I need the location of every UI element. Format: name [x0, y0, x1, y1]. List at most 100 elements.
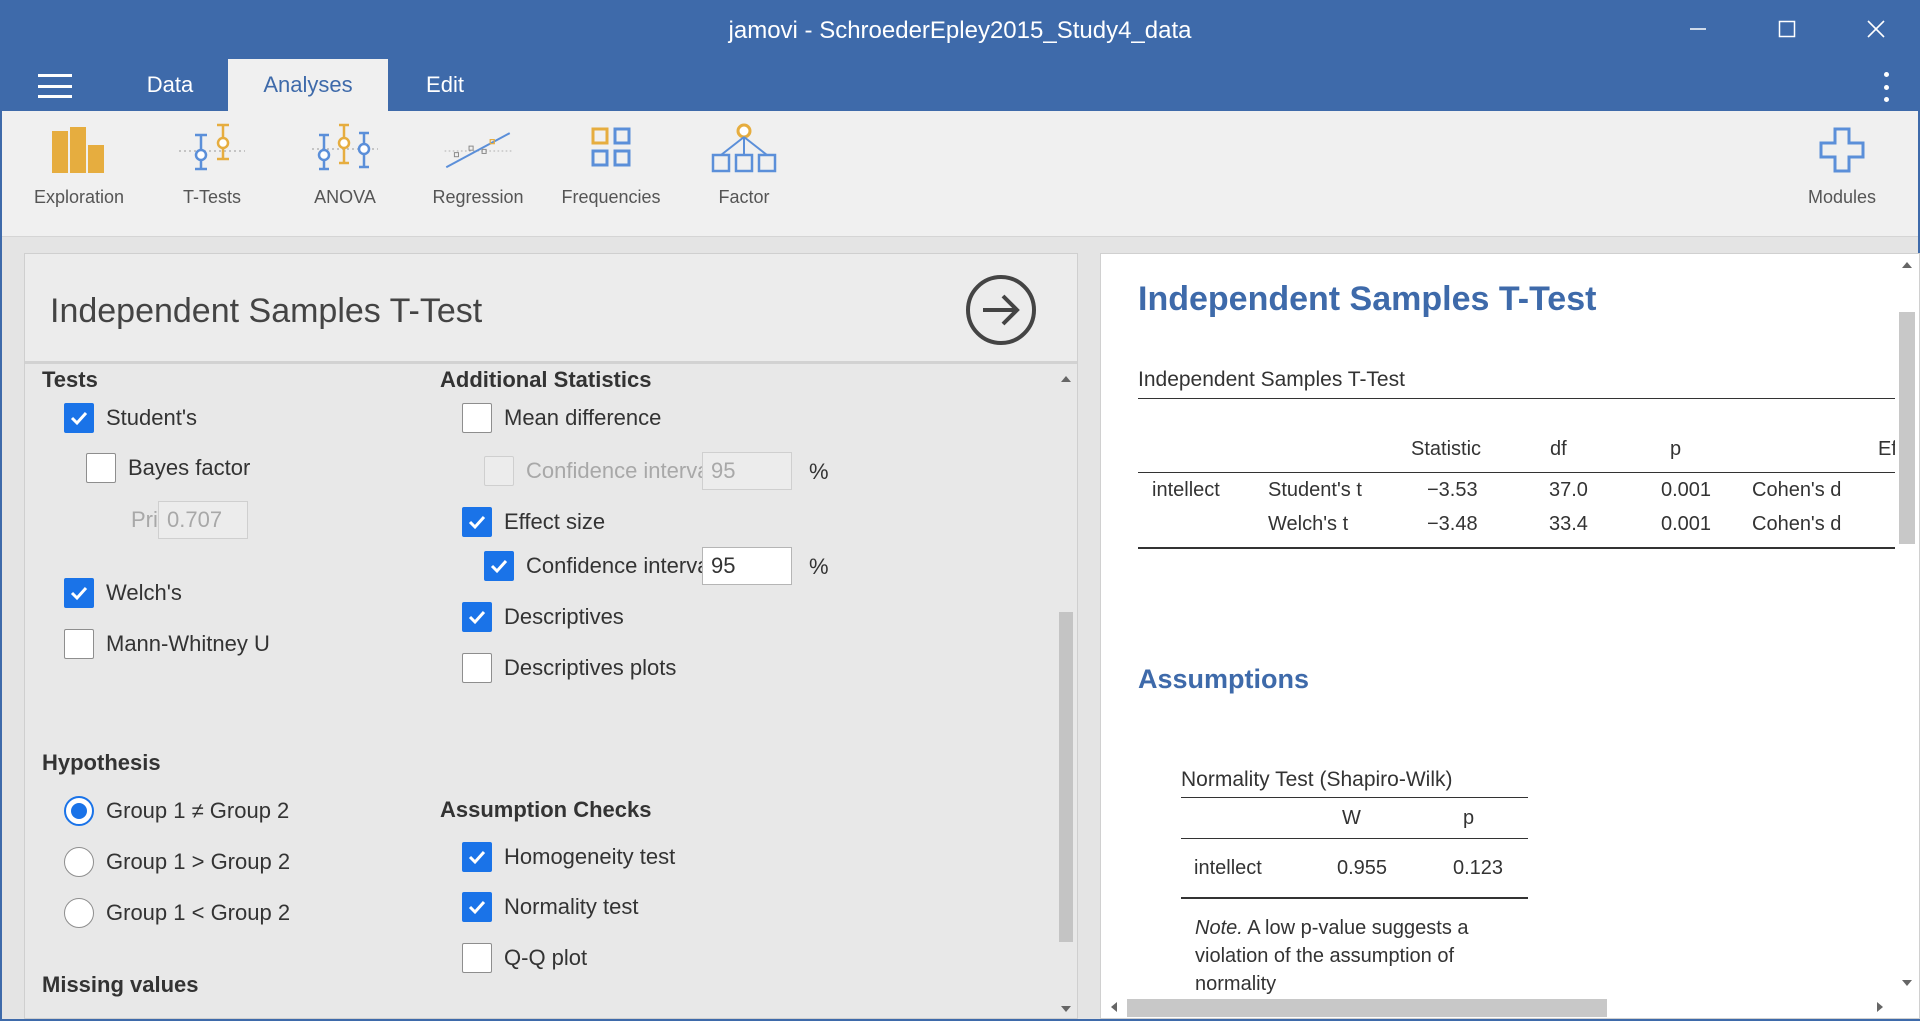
col-header-df: df — [1550, 438, 1567, 460]
ribbon-label: ANOVA — [314, 187, 376, 207]
qq-plot-checkbox[interactable]: Q-Q plot — [462, 942, 587, 974]
maximize-icon — [1778, 20, 1796, 38]
normality-top-rule — [1181, 797, 1528, 798]
title-bar: jamovi - SchroederEpley2015_Study4_data — [0, 0, 1920, 58]
welchs-checkbox[interactable]: Welch's — [64, 577, 182, 609]
results-panel: Independent Samples T-Test Independent S… — [1100, 253, 1920, 1019]
students-checkbox[interactable]: Student's — [64, 402, 197, 434]
scrollbar-thumb[interactable] — [1899, 312, 1915, 544]
window-title: jamovi - SchroederEpley2015_Study4_data — [728, 17, 1192, 44]
table-cell-p: 0.001 — [1661, 479, 1712, 501]
results-title[interactable]: Independent Samples T-Test — [1138, 280, 1596, 319]
hypothesis-label: Group 1 < Group 2 — [106, 900, 291, 925]
effect-size-label: Effect size — [504, 509, 606, 534]
options-panel: Independent Samples T-Test Tests Student… — [24, 253, 1078, 1019]
check-icon — [462, 892, 492, 922]
checkbox-box — [64, 629, 94, 659]
effect-size-ci-input[interactable]: 95 — [702, 547, 792, 585]
normality-checkbox[interactable]: Normality test — [462, 891, 638, 923]
scroll-down-icon[interactable] — [1900, 978, 1914, 988]
plus-icon — [1819, 127, 1865, 173]
normality-header-w: W — [1342, 807, 1361, 829]
mean-difference-checkbox[interactable]: Mean difference — [462, 402, 661, 434]
percent-label: % — [809, 459, 829, 484]
ribbon-label: Factor — [718, 187, 770, 207]
assumptions-heading[interactable]: Assumptions — [1138, 664, 1309, 695]
check-icon — [462, 842, 492, 872]
minimize-button[interactable] — [1654, 0, 1742, 58]
ribbon-exploration-button[interactable]: Exploration — [19, 121, 139, 225]
note-label: Note. — [1195, 917, 1243, 939]
effect-size-ci-checkbox[interactable]: Confidence interval — [484, 550, 714, 582]
mann-whitney-checkbox[interactable]: Mann-Whitney U — [64, 628, 270, 660]
ribbon-label: Regression — [432, 187, 524, 207]
welchs-label: Welch's — [106, 580, 182, 605]
main-area: Independent Samples T-Test Tests Student… — [2, 237, 1920, 1019]
normality-cell-var: intellect — [1194, 857, 1262, 879]
ribbon-frequencies-button[interactable]: Frequencies — [551, 121, 671, 225]
descriptives-plots-checkbox[interactable]: Descriptives plots — [462, 652, 676, 684]
ribbon-label: T-Tests — [182, 187, 241, 207]
mean-diff-ci-label: Confidence interval — [526, 458, 715, 483]
ribbon-factor-button[interactable]: Factor — [684, 121, 804, 225]
close-button[interactable] — [1832, 0, 1920, 58]
effect-size-checkbox[interactable]: Effect size — [462, 506, 605, 538]
table-cell-effect: Cohen's d — [1752, 513, 1842, 535]
ribbon-label: Frequencies — [561, 187, 661, 207]
more-options-icon[interactable] — [1876, 72, 1896, 102]
descriptives-checkbox[interactable]: Descriptives — [462, 601, 624, 633]
regression-icon — [444, 132, 512, 169]
hypothesis-radio-lt[interactable]: Group 1 < Group 2 — [64, 897, 290, 929]
arrow-right-circle-icon[interactable] — [965, 274, 1037, 346]
homogeneity-checkbox[interactable]: Homogeneity test — [462, 841, 675, 873]
qq-plot-label: Q-Q plot — [504, 945, 588, 970]
options-scrollbar[interactable] — [1055, 372, 1077, 1018]
mean-diff-ci-checkbox[interactable]: Confidence interval — [484, 455, 714, 487]
scroll-up-icon[interactable] — [1900, 260, 1914, 270]
normality-bottom-rule — [1181, 897, 1528, 899]
tests-heading: Tests — [42, 367, 98, 392]
maximize-button[interactable] — [1743, 0, 1831, 58]
tab-data[interactable]: Data — [120, 59, 220, 111]
ribbon-t-tests-button[interactable]: T-Tests — [152, 121, 272, 225]
table-cell-p: 0.001 — [1661, 513, 1712, 535]
normality-header-p: p — [1463, 807, 1475, 829]
missing-values-heading: Missing values — [42, 972, 199, 997]
checkbox-box — [86, 453, 116, 483]
prior-input[interactable]: 0.707 — [158, 501, 248, 539]
scroll-right-icon[interactable] — [1875, 1000, 1885, 1014]
scrollbar-thumb[interactable] — [1059, 612, 1073, 942]
mann-whitney-label: Mann-Whitney U — [106, 631, 270, 656]
main-tab-row: Data Analyses Edit — [0, 58, 1920, 111]
scroll-up-icon[interactable] — [1059, 374, 1073, 384]
ribbon-regression-button[interactable]: Regression — [418, 121, 538, 225]
hypothesis-radio-gt[interactable]: Group 1 > Group 2 — [64, 846, 290, 878]
factor-icon — [711, 123, 777, 173]
bayes-factor-checkbox[interactable]: Bayes factor — [86, 452, 250, 484]
scroll-left-icon[interactable] — [1109, 1000, 1119, 1014]
radio-circle — [64, 847, 94, 877]
table-cell-test: Student's t — [1268, 479, 1362, 501]
normality-cell-p: 0.123 — [1453, 857, 1504, 879]
scrollbar-thumb[interactable] — [1127, 999, 1607, 1017]
scroll-down-icon[interactable] — [1059, 1004, 1073, 1014]
normality-table-title: Normality Test (Shapiro-Wilk) — [1181, 768, 1453, 791]
normality-cell-w: 0.955 — [1337, 857, 1388, 879]
ribbon-modules-button[interactable]: Modules — [1782, 121, 1902, 225]
checkbox-box — [484, 456, 514, 486]
results-horizontal-scrollbar[interactable] — [1101, 994, 1895, 1018]
radio-circle — [64, 898, 94, 928]
check-icon — [462, 602, 492, 632]
bayes-factor-label: Bayes factor — [128, 455, 251, 480]
tab-edit[interactable]: Edit — [400, 59, 490, 111]
descriptives-plots-label: Descriptives plots — [504, 655, 677, 680]
tab-analyses[interactable]: Analyses — [228, 59, 388, 111]
ribbon-anova-button[interactable]: ANOVA — [285, 121, 405, 225]
hamburger-menu-icon[interactable] — [38, 74, 72, 98]
hypothesis-radio-neq[interactable]: Group 1 ≠ Group 2 — [64, 795, 289, 827]
anova-icon — [312, 123, 378, 171]
col-header-statistic: Statistic — [1411, 438, 1482, 460]
mean-diff-ci-input[interactable]: 95 — [702, 452, 792, 490]
note-line: A low p-value suggests a — [1242, 917, 1469, 939]
results-vertical-scrollbar[interactable] — [1895, 254, 1919, 994]
